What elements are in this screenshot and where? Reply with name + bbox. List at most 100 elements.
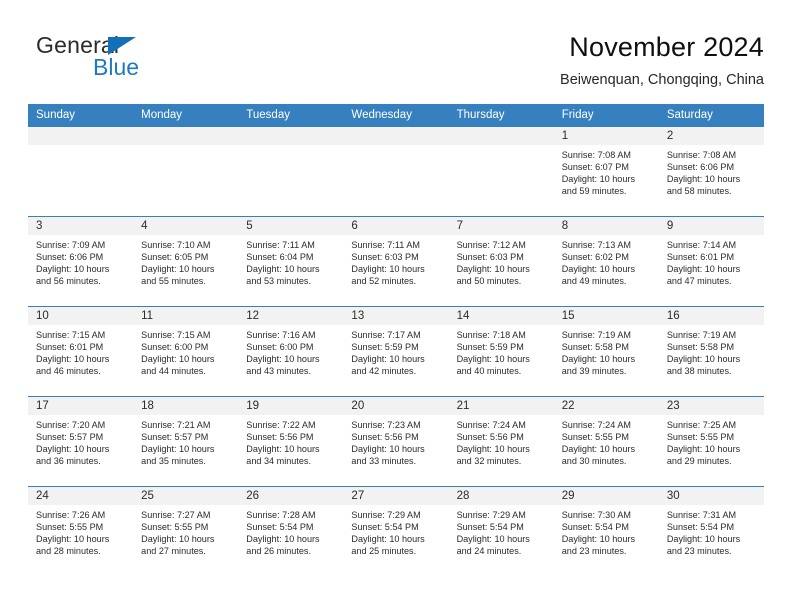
calendar-day-cell[interactable]: 25 Sunrise: 7:27 AM Sunset: 5:55 PM Dayligh… [133,486,239,577]
calendar-day-cell[interactable]: 20 Sunrise: 7:23 AM Sunset: 5:56 PM Dayligh… [343,396,449,487]
day-details: Sunrise: 7:14 AM Sunset: 6:01 PM Daylight:… [659,235,764,287]
calendar-day-cell[interactable]: 8 Sunrise: 7:13 AM Sunset: 6:02 PM Daylight… [553,216,659,307]
day-number: 18 [133,397,239,415]
calendar-day-cell[interactable]: 18 Sunrise: 7:21 AM Sunset: 5:57 PM Dayligh… [133,396,239,487]
day-detail-line: Sunrise: 7:30 AM [561,510,631,520]
calendar-day-cell[interactable]: 7 Sunrise: 7:12 AM Sunset: 6:03 PM Daylight… [448,216,554,307]
day-detail-line: Daylight: 10 hours [456,534,530,545]
day-detail-line: Sunset: 5:57 PM [141,432,209,443]
day-detail-line: and 30 minutes. [561,456,627,467]
calendar-day-cell[interactable]: 24 Sunrise: 7:26 AM Sunset: 5:55 PM Dayligh… [28,486,134,577]
day-details: Sunrise: 7:09 AM Sunset: 6:06 PM Daylight:… [28,235,133,287]
day-detail-line: Sunset: 5:54 PM [561,522,629,533]
day-detail-line: Daylight: 10 hours [666,174,741,185]
day-number: 13 [343,307,449,325]
day-detail-line: Sunrise: 7:11 AM [246,240,315,250]
day-detail-line: Sunrise: 7:19 AM [561,330,631,340]
calendar-day-cell[interactable]: 2 Sunrise: 7:08 AM Sunset: 6:06 PM Daylight… [658,126,764,217]
day-detail-line: Sunset: 6:01 PM [666,252,735,263]
calendar-day-cell[interactable]: 10 Sunrise: 7:15 AM Sunset: 6:01 PM Dayligh… [28,306,134,397]
day-detail-line: Sunset: 6:03 PM [351,252,419,263]
calendar-day-cell[interactable]: 15 Sunrise: 7:19 AM Sunset: 5:58 PM Dayligh… [553,306,659,397]
day-number: 6 [343,217,449,235]
day-detail-line: and 34 minutes. [246,456,311,467]
day-detail-line: Daylight: 10 hours [351,534,425,545]
day-detail-line: Sunrise: 7:29 AM [351,510,421,520]
day-detail-line: Sunset: 5:54 PM [351,522,419,533]
day-number [448,127,554,145]
day-detail-line: and 42 minutes. [351,366,417,377]
day-detail-line: Sunrise: 7:23 AM [351,420,421,430]
day-detail-line: Sunset: 5:59 PM [456,342,524,353]
day-detail-line: Daylight: 10 hours [246,444,320,455]
day-detail-line: Sunset: 6:04 PM [246,252,314,263]
day-detail-line: Daylight: 10 hours [666,444,741,455]
day-detail-line: Daylight: 10 hours [456,354,530,365]
calendar-day-cell[interactable]: 22 Sunrise: 7:24 AM Sunset: 5:55 PM Dayligh… [553,396,659,487]
day-detail-line: and 40 minutes. [456,366,522,377]
day-detail-line: Sunrise: 7:29 AM [456,510,526,520]
day-number: 19 [238,397,344,415]
general-blue-logo: General Blue [36,32,216,90]
calendar-day-cell[interactable]: 12 Sunrise: 7:16 AM Sunset: 6:00 PM Dayligh… [238,306,344,397]
weekday-header-tuesday: Tuesday [238,104,344,127]
day-number: 4 [133,217,239,235]
day-number: 27 [343,487,449,505]
logo-triangle-icon [108,37,136,55]
day-detail-line: and 53 minutes. [246,276,311,287]
calendar-day-cell[interactable]: 14 Sunrise: 7:18 AM Sunset: 5:59 PM Dayligh… [448,306,554,397]
day-number [238,127,344,145]
day-detail-line: and 36 minutes. [36,456,101,467]
calendar-day-cell[interactable]: 11 Sunrise: 7:15 AM Sunset: 6:00 PM Dayligh… [133,306,239,397]
day-detail-line: Daylight: 10 hours [561,534,635,545]
calendar-day-cell[interactable]: 29 Sunrise: 7:30 AM Sunset: 5:54 PM Dayligh… [553,486,659,577]
day-detail-line: and 25 minutes. [351,546,417,557]
day-detail-line: and 29 minutes. [666,456,732,467]
day-detail-line: and 33 minutes. [351,456,417,467]
day-detail-line: Daylight: 10 hours [141,264,215,275]
day-number: 2 [658,127,764,145]
calendar-day-cell[interactable]: 27 Sunrise: 7:29 AM Sunset: 5:54 PM Dayligh… [343,486,449,577]
calendar-day-cell[interactable]: 23 Sunrise: 7:25 AM Sunset: 5:55 PM Dayligh… [658,396,764,487]
calendar-day-cell[interactable]: 19 Sunrise: 7:22 AM Sunset: 5:56 PM Dayligh… [238,396,344,487]
calendar-day-cell[interactable]: 17 Sunrise: 7:20 AM Sunset: 5:57 PM Dayligh… [28,396,134,487]
day-number: 16 [658,307,764,325]
day-details: Sunrise: 7:26 AM Sunset: 5:55 PM Daylight:… [28,505,133,557]
day-detail-line: Sunset: 5:56 PM [456,432,524,443]
calendar-day-cell[interactable]: 1 Sunrise: 7:08 AM Sunset: 6:07 PM Daylight… [553,126,659,217]
calendar-day-cell[interactable]: 5 Sunrise: 7:11 AM Sunset: 6:04 PM Daylight… [238,216,344,307]
day-detail-line: Daylight: 10 hours [561,354,635,365]
day-number: 8 [553,217,659,235]
day-detail-line: Daylight: 10 hours [36,264,110,275]
calendar-day-cell[interactable]: 21 Sunrise: 7:24 AM Sunset: 5:56 PM Dayligh… [448,396,554,487]
calendar-day-cell[interactable]: 26 Sunrise: 7:28 AM Sunset: 5:54 PM Dayligh… [238,486,344,577]
day-detail-line: Sunrise: 7:18 AM [456,330,526,340]
calendar-day-cell[interactable]: 3 Sunrise: 7:09 AM Sunset: 6:06 PM Daylight… [28,216,134,307]
day-detail-line: Sunrise: 7:13 AM [561,240,631,250]
day-details: Sunrise: 7:12 AM Sunset: 6:03 PM Daylight:… [449,235,554,287]
day-detail-line: Daylight: 10 hours [561,174,635,185]
day-detail-line: Daylight: 10 hours [456,444,530,455]
day-details: Sunrise: 7:17 AM Sunset: 5:59 PM Daylight:… [343,325,448,377]
day-detail-line: Sunrise: 7:21 AM [141,420,211,430]
day-detail-line: Sunrise: 7:12 AM [456,240,526,250]
day-details: Sunrise: 7:13 AM Sunset: 6:02 PM Daylight:… [554,235,659,287]
calendar-day-cell[interactable]: 16 Sunrise: 7:19 AM Sunset: 5:58 PM Dayligh… [658,306,764,397]
calendar-day-cell[interactable]: 4 Sunrise: 7:10 AM Sunset: 6:05 PM Daylight… [133,216,239,307]
day-detail-line: and 47 minutes. [666,276,732,287]
day-detail-line: Sunset: 5:55 PM [561,432,629,443]
calendar-day-cell[interactable]: 6 Sunrise: 7:11 AM Sunset: 6:03 PM Daylight… [343,216,449,307]
calendar-day-cell-empty [133,126,239,217]
weekday-header-thursday: Thursday [448,104,554,127]
calendar-day-cell-empty [238,126,344,217]
calendar-day-cell[interactable]: 13 Sunrise: 7:17 AM Sunset: 5:59 PM Dayligh… [343,306,449,397]
calendar-day-cell[interactable]: 9 Sunrise: 7:14 AM Sunset: 6:01 PM Daylight… [658,216,764,307]
day-detail-line: Sunset: 6:02 PM [561,252,629,263]
day-detail-line: Sunrise: 7:15 AM [36,330,106,340]
calendar-day-cell[interactable]: 28 Sunrise: 7:29 AM Sunset: 5:54 PM Dayligh… [448,486,554,577]
calendar-page: General Blue November 2024 Beiwenquan, C… [0,0,792,612]
day-detail-line: Sunset: 6:01 PM [36,342,104,353]
calendar-day-cell[interactable]: 30 Sunrise: 7:31 AM Sunset: 5:54 PM Dayligh… [658,486,764,577]
day-detail-line: and 23 minutes. [561,546,627,557]
calendar-header-row: Sunday Monday Tuesday Wednesday Thursday Frid… [28,104,764,127]
